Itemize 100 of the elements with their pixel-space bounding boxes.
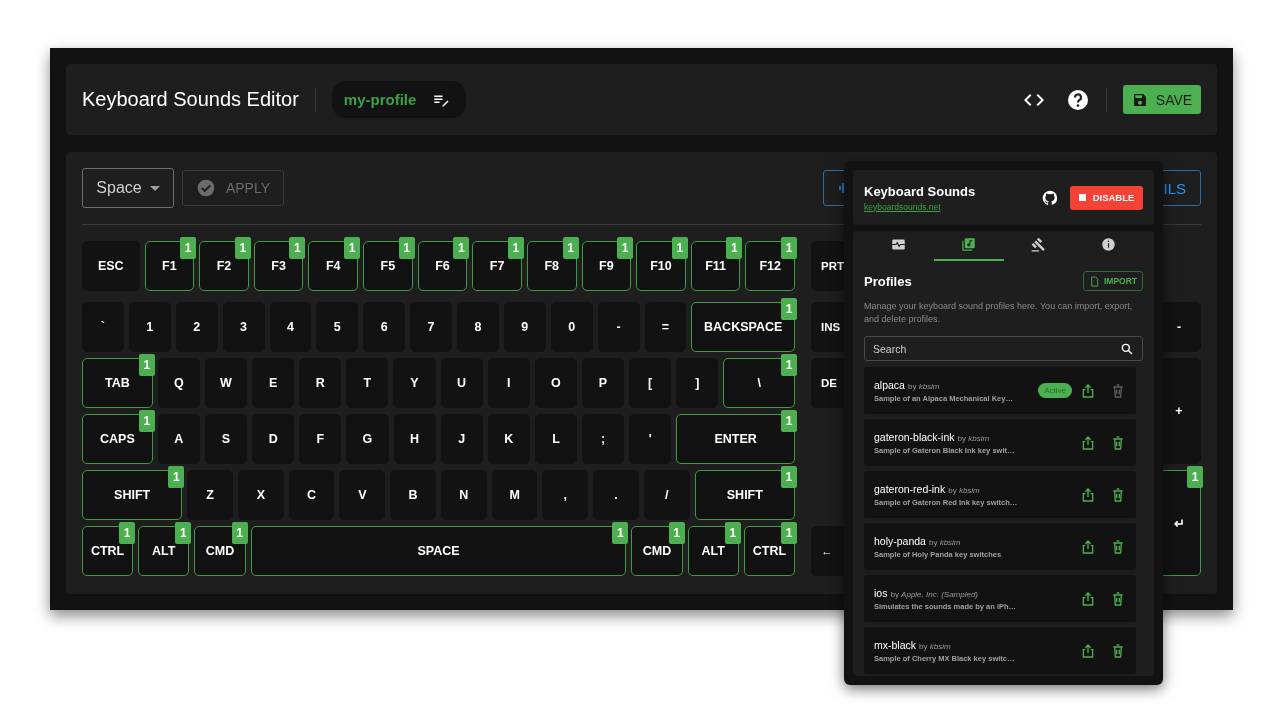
count-badge: 1 (780, 466, 797, 488)
export-icon[interactable] (1080, 486, 1096, 503)
keyboard-key[interactable]: , (542, 470, 589, 520)
website-link[interactable]: keyboardsounds.net (864, 201, 976, 212)
keyboard-key[interactable]: - (597, 302, 640, 352)
keyboard-key[interactable]: ] (676, 358, 719, 408)
keyboard-key[interactable]: Z (187, 470, 233, 520)
keyboard-key[interactable]: M (491, 470, 538, 520)
count-badge: 1 (175, 522, 192, 544)
export-icon[interactable] (1080, 642, 1096, 659)
keyboard-key[interactable]: H (393, 414, 436, 464)
keyboard-key[interactable]: ' (629, 414, 672, 464)
profile-author: by kbsim (928, 537, 961, 547)
stop-icon (1078, 194, 1086, 201)
keyboard-key[interactable]: 6 (363, 302, 406, 352)
disable-button[interactable]: DISABLE (1070, 185, 1143, 210)
caret-icon (149, 185, 160, 191)
keyboard-key[interactable]: R (299, 358, 342, 408)
keyboard-key[interactable]: F (299, 414, 342, 464)
keyboard-key[interactable]: N (440, 470, 487, 520)
export-icon[interactable] (1080, 434, 1096, 451)
trash-icon[interactable] (1110, 382, 1126, 399)
keyboard-key[interactable]: C (288, 470, 335, 520)
keyboard-key[interactable]: G (346, 414, 389, 464)
trash-icon[interactable] (1110, 434, 1126, 451)
profile-name-button[interactable]: my-profile (331, 81, 467, 118)
count-badge: 1 (138, 410, 155, 432)
app-title: Keyboard Sounds Editor (82, 88, 299, 111)
profile-name: holy-panda (874, 534, 926, 547)
trash-icon[interactable] (1110, 590, 1126, 607)
keyboard-key[interactable]: Y (393, 358, 436, 408)
keyboard-key[interactable]: V (339, 470, 386, 520)
trash-icon[interactable] (1110, 642, 1126, 659)
keyboard-key[interactable]: D (252, 414, 295, 464)
keyboard-key[interactable]: E (252, 358, 295, 408)
keyboard-key[interactable]: T (346, 358, 389, 408)
profile-name: ios (874, 586, 888, 599)
file-icon (1088, 275, 1100, 287)
keyboard-key[interactable]: S (204, 414, 248, 464)
keyboard-key[interactable]: ; (582, 414, 625, 464)
count-badge: 1 (726, 237, 743, 259)
profile-author: by kbsim (919, 641, 951, 651)
keyboard-key[interactable]: / (643, 470, 690, 520)
keyboard-key[interactable]: 5 (316, 302, 359, 352)
count-badge: 1 (231, 522, 248, 544)
keyboard-key[interactable]: 8 (457, 302, 499, 352)
count-badge: 1 (612, 522, 629, 544)
count-badge: 1 (668, 522, 685, 544)
count-badge: 1 (780, 410, 797, 432)
key-dropdown[interactable]: Space (82, 168, 174, 208)
github-icon[interactable] (1042, 189, 1058, 206)
export-icon[interactable] (1080, 382, 1096, 399)
check-circle-icon (195, 178, 216, 198)
export-icon[interactable] (1080, 538, 1096, 555)
count-badge: 1 (724, 522, 741, 544)
keyboard-key[interactable]: = (644, 302, 687, 352)
keyboard-key[interactable]: 4 (269, 302, 312, 352)
count-badge: 1 (562, 237, 579, 259)
keyboard-key[interactable]: 1 (128, 302, 171, 352)
keyboard-key[interactable]: ESC (82, 241, 140, 291)
keyboard-key[interactable]: 3 (222, 302, 265, 352)
profile-name: gateron-black-ink (874, 430, 955, 443)
keyboard-key[interactable]: [ (629, 358, 672, 408)
import-button[interactable]: IMPORT (1083, 271, 1143, 291)
profile-author: by kbsim (948, 485, 980, 495)
keyboard-key[interactable]: 2 (175, 302, 218, 352)
keyboard-key[interactable]: . (593, 470, 639, 520)
keyboard-key[interactable]: U (440, 358, 483, 408)
keyboard-key[interactable]: 9 (503, 302, 546, 352)
keyboard-key[interactable]: 7 (410, 302, 452, 352)
keyboard-key[interactable]: ` (82, 302, 124, 352)
count-badge: 1 (453, 237, 470, 259)
keyboard-key[interactable]: P (581, 358, 625, 408)
keyboard-key[interactable]: L (534, 414, 578, 464)
popup-title: Keyboard Sounds (864, 183, 976, 199)
save-button[interactable]: SAVE (1123, 85, 1201, 114)
count-badge: 1 (344, 237, 361, 259)
keyboard-key[interactable]: B (390, 470, 436, 520)
export-icon[interactable] (1080, 590, 1096, 607)
help-icon[interactable] (1066, 87, 1090, 112)
profile-name: alpaca (874, 378, 905, 391)
count-badge: 1 (398, 237, 415, 259)
trash-icon[interactable] (1110, 538, 1126, 555)
keyboard-key[interactable]: J (440, 414, 483, 464)
trash-icon[interactable] (1110, 486, 1126, 503)
keyboard-key[interactable]: 0 (550, 302, 593, 352)
profile-author: by Apple, Inc. (Sampled) (890, 589, 979, 599)
keyboard-key[interactable]: I (487, 358, 530, 408)
count-badge: 1 (234, 237, 251, 259)
keyboard-key[interactable]: A (157, 414, 200, 464)
keyboard-key[interactable]: Q (157, 358, 200, 408)
count-badge: 1 (780, 298, 797, 320)
keyboard-key[interactable]: W (204, 358, 248, 408)
keyboard-key[interactable]: K (487, 414, 530, 464)
search-field[interactable]: Search (864, 336, 1143, 361)
count-badge: 1 (507, 237, 524, 259)
profile-author: by kbsim (907, 381, 940, 391)
keyboard-key[interactable]: X (237, 470, 284, 520)
keyboard-key[interactable]: O (534, 358, 577, 408)
count-badge: 1 (671, 237, 688, 259)
